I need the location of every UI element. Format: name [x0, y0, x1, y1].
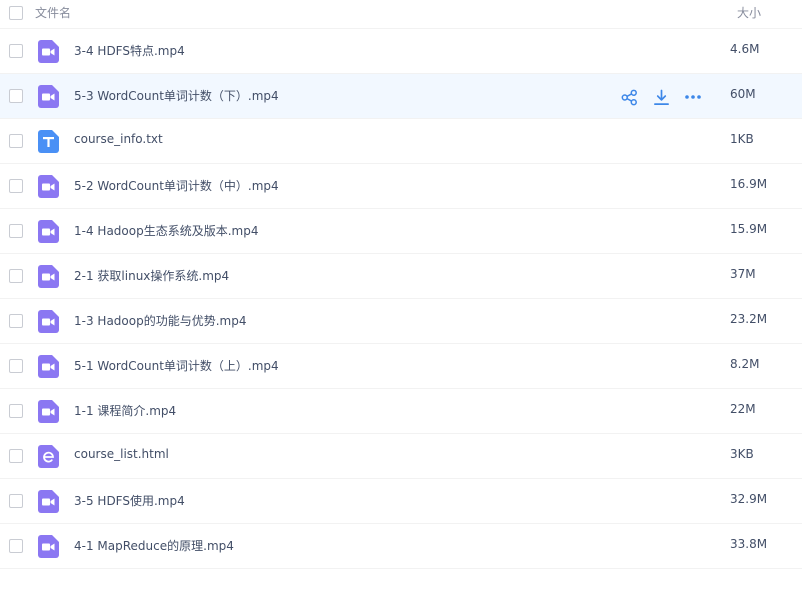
- share-icon[interactable]: [619, 88, 639, 106]
- file-name[interactable]: 3-5 HDFS使用.mp4: [74, 492, 185, 509]
- file-name[interactable]: 5-2 WordCount单词计数（中）.mp4: [74, 177, 279, 194]
- video-file-icon: [38, 265, 59, 288]
- html-file-icon: [38, 445, 59, 468]
- file-name[interactable]: 4-1 MapReduce的原理.mp4: [74, 537, 234, 554]
- video-file-icon: [38, 310, 59, 333]
- file-row[interactable]: 1-1 课程简介.mp4 22M: [0, 389, 802, 434]
- file-row[interactable]: 5-2 WordCount单词计数（中）.mp4 16.9M: [0, 164, 802, 209]
- file-row[interactable]: 2-1 获取linux操作系统.mp4 37M: [0, 254, 802, 299]
- file-row[interactable]: 3-5 HDFS使用.mp4 32.9M: [0, 479, 802, 524]
- more-icon[interactable]: [683, 88, 703, 106]
- row-checkbox[interactable]: [9, 134, 23, 148]
- file-row[interactable]: 5-3 WordCount单词计数（下）.mp4 60M: [0, 74, 802, 119]
- file-name[interactable]: course_list.html: [74, 447, 169, 461]
- file-row[interactable]: 3-4 HDFS特点.mp4 4.6M: [0, 29, 802, 74]
- file-row[interactable]: 4-1 MapReduce的原理.mp4 33.8M: [0, 524, 802, 569]
- row-checkbox[interactable]: [9, 494, 23, 508]
- file-size: 37M: [730, 267, 756, 281]
- file-list: 文件名 大小 3-4 HDFS特点.mp4 4.6M 5-3 WordCount单…: [0, 0, 802, 594]
- row-checkbox[interactable]: [9, 44, 23, 58]
- file-name[interactable]: 2-1 获取linux操作系统.mp4: [74, 267, 229, 284]
- file-name[interactable]: 1-4 Hadoop生态系统及版本.mp4: [74, 222, 258, 239]
- row-checkbox[interactable]: [9, 539, 23, 553]
- video-file-icon: [38, 175, 59, 198]
- row-checkbox[interactable]: [9, 359, 23, 373]
- row-actions: [619, 88, 703, 106]
- file-size: 32.9M: [730, 492, 768, 506]
- list-header: 文件名 大小: [0, 0, 802, 29]
- file-name[interactable]: course_info.txt: [74, 132, 163, 146]
- file-name[interactable]: 3-4 HDFS特点.mp4: [74, 42, 185, 59]
- column-header-name[interactable]: 文件名: [35, 4, 71, 21]
- file-size: 60M: [730, 87, 756, 101]
- text-file-icon: [38, 130, 59, 153]
- file-size: 4.6M: [730, 42, 760, 56]
- video-file-icon: [38, 355, 59, 378]
- file-size: 15.9M: [730, 222, 768, 236]
- video-file-icon: [38, 220, 59, 243]
- video-file-icon: [38, 490, 59, 513]
- video-file-icon: [38, 400, 59, 423]
- column-header-size[interactable]: 大小: [737, 4, 761, 21]
- video-file-icon: [38, 535, 59, 558]
- select-all-checkbox[interactable]: [9, 6, 23, 20]
- file-row[interactable]: course_list.html 3KB: [0, 434, 802, 479]
- file-size: 23.2M: [730, 312, 768, 326]
- download-icon[interactable]: [651, 88, 671, 106]
- file-size: 1KB: [730, 132, 754, 146]
- row-checkbox[interactable]: [9, 314, 23, 328]
- file-name[interactable]: 5-3 WordCount单词计数（下）.mp4: [74, 87, 279, 104]
- row-checkbox[interactable]: [9, 404, 23, 418]
- file-row[interactable]: 1-3 Hadoop的功能与优势.mp4 23.2M: [0, 299, 802, 344]
- row-checkbox[interactable]: [9, 224, 23, 238]
- row-checkbox[interactable]: [9, 269, 23, 283]
- file-row[interactable]: 1-4 Hadoop生态系统及版本.mp4 15.9M: [0, 209, 802, 254]
- row-checkbox[interactable]: [9, 449, 23, 463]
- file-row[interactable]: 5-1 WordCount单词计数（上）.mp4 8.2M: [0, 344, 802, 389]
- file-size: 8.2M: [730, 357, 760, 371]
- file-size: 3KB: [730, 447, 754, 461]
- video-file-icon: [38, 40, 59, 63]
- video-file-icon: [38, 85, 59, 108]
- file-size: 22M: [730, 402, 756, 416]
- file-name[interactable]: 1-3 Hadoop的功能与优势.mp4: [74, 312, 246, 329]
- row-checkbox[interactable]: [9, 89, 23, 103]
- file-name[interactable]: 1-1 课程简介.mp4: [74, 402, 176, 419]
- file-row[interactable]: course_info.txt 1KB: [0, 119, 802, 164]
- row-checkbox[interactable]: [9, 179, 23, 193]
- file-name[interactable]: 5-1 WordCount单词计数（上）.mp4: [74, 357, 279, 374]
- file-size: 33.8M: [730, 537, 768, 551]
- file-size: 16.9M: [730, 177, 768, 191]
